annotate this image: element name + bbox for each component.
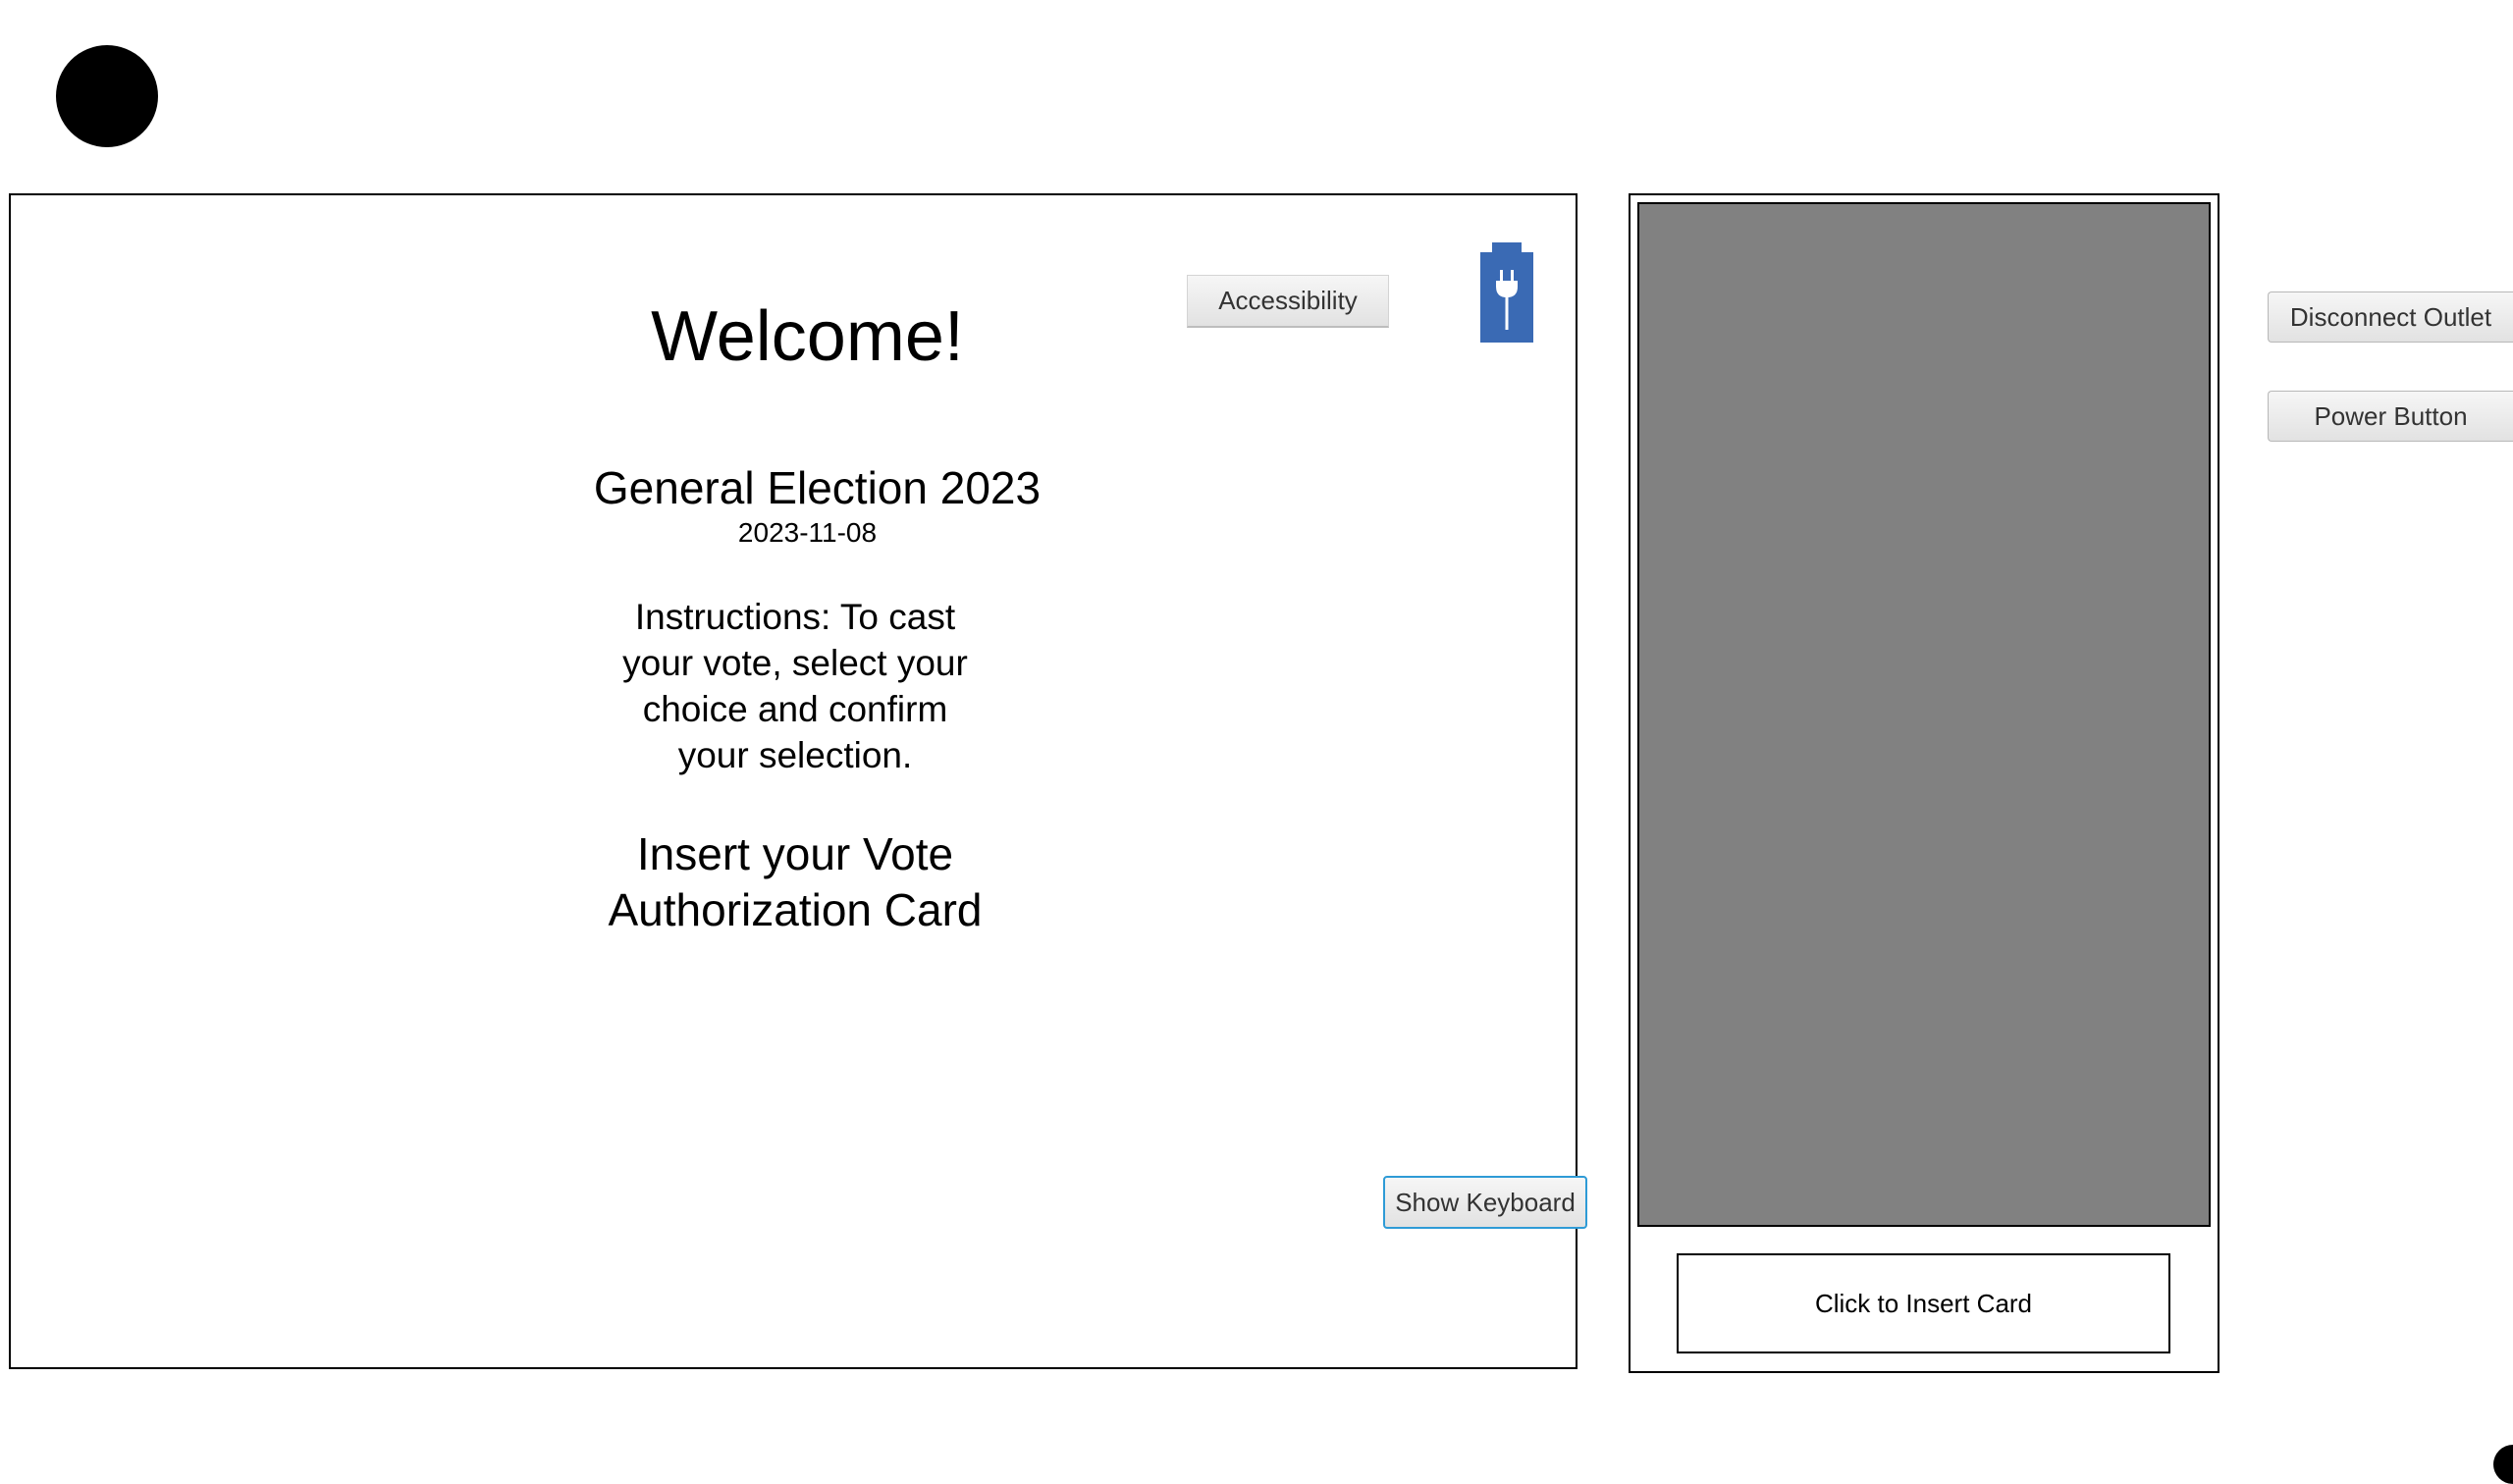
status-indicator: [56, 45, 158, 147]
election-name: General Election 2023: [593, 462, 1042, 513]
card-slot: [1637, 202, 2211, 1227]
insert-card-prompt: Insert your Vote Authorization Card: [608, 828, 983, 935]
disconnect-outlet-button[interactable]: Disconnect Outlet: [2268, 292, 2513, 343]
election-date: 2023-11-08: [737, 517, 878, 548]
plug-icon: [1480, 242, 1533, 343]
power-button[interactable]: Power Button: [2268, 391, 2513, 442]
insert-card-button[interactable]: Click to Insert Card: [1677, 1253, 2170, 1353]
accessibility-button[interactable]: Accessibility: [1187, 275, 1389, 328]
corner-mark: [2493, 1445, 2513, 1484]
show-keyboard-button[interactable]: Show Keyboard: [1383, 1176, 1587, 1229]
instructions-text: Instructions: To cast your vote, select …: [622, 597, 968, 775]
